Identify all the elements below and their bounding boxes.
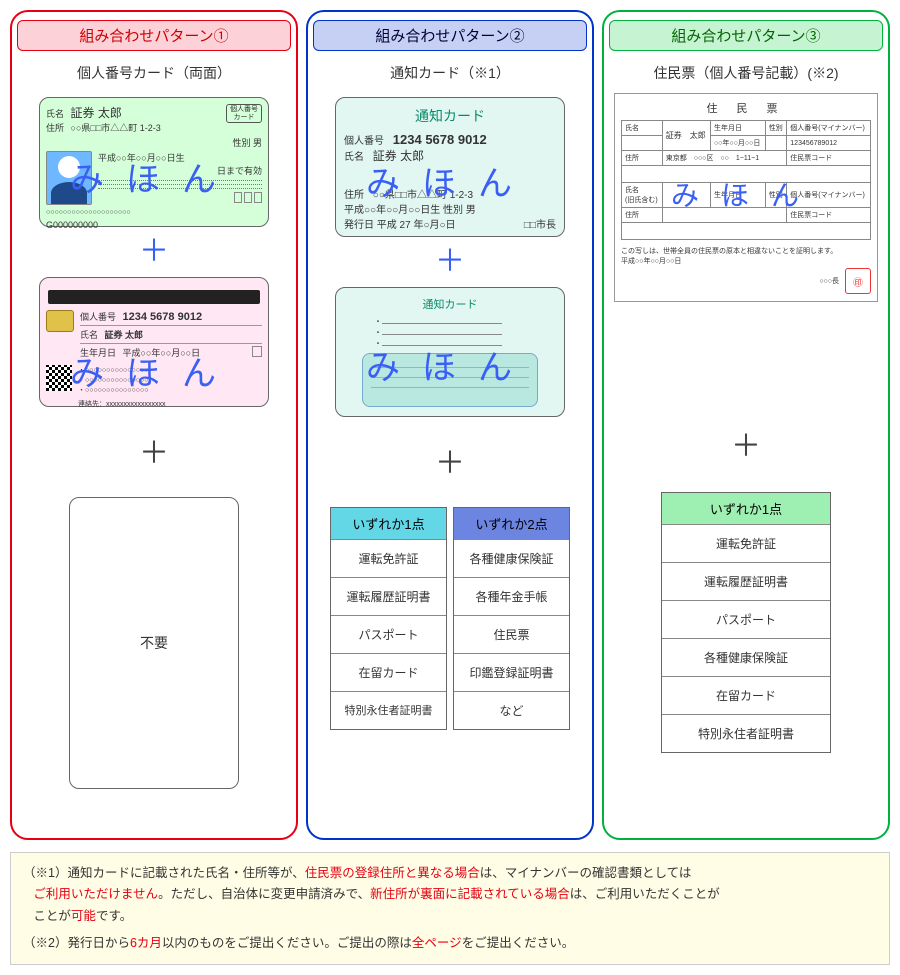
doc-item: 運転免許証 <box>662 524 830 562</box>
panel-title: 組み合わせパターン① <box>17 20 291 51</box>
docbox-any1: いずれか1点 運転免許証 運転履歴証明書 パスポート 在留カード 特別永住者証明… <box>330 507 447 730</box>
panel-title: 組み合わせパターン③ <box>609 20 883 51</box>
cert: この写しは、世帯全員の住民票の原本と相違ないことを証明します。 <box>621 246 871 256</box>
doc-item: 特別永住者証明書 <box>662 714 830 752</box>
label: 氏名 <box>46 109 64 119</box>
dob: 平成○○年○○月○○日生 <box>98 151 262 164</box>
value: 1234 5678 9012 <box>123 311 203 323</box>
label: 生年月日 <box>80 348 116 358</box>
docbox-head: いずれか2点 <box>454 508 569 539</box>
valid: 日まで有効 <box>98 164 262 177</box>
plus-icon: ＋ <box>731 432 761 462</box>
label: 住所 <box>46 123 64 133</box>
pattern-3-panel: 組み合わせパターン③ 住民票（個人番号記載）(※2) 住 民 票 氏名証券 太郎… <box>602 10 890 840</box>
not-required-box: 不要 <box>69 497 239 789</box>
doc-item: 各種年金手帳 <box>454 577 569 615</box>
footnotes: （※1）通知カードに記載された氏名・住所等が、住民票の登録住所と異なる場合は、マ… <box>10 852 890 965</box>
sex: 性別 男 <box>46 136 262 149</box>
doc-item: パスポート <box>331 615 446 653</box>
juminhyo-table: 氏名証券 太郎生年月日性別個人番号(マイナンバー) ○○年○○月○○日12345… <box>621 120 871 240</box>
docbox-head: いずれか1点 <box>331 508 446 539</box>
doc-item: パスポート <box>662 600 830 638</box>
label: 個人番号 <box>80 312 116 322</box>
doc-item: 各種健康保険証 <box>662 638 830 676</box>
label: 個人番号 <box>344 136 384 147</box>
doc-item: 運転履歴証明書 <box>662 562 830 600</box>
seal-icon: ㊞ <box>845 268 871 294</box>
chip-icon <box>46 310 74 332</box>
tsuchi-card-back: 通知カード ・・・ みほん <box>335 287 565 417</box>
docbox-head: いずれか1点 <box>662 493 830 524</box>
value: 証券 太郎 <box>373 149 424 163</box>
value: 平成○○年○○月○○日 <box>123 348 201 358</box>
doc-item: など <box>454 691 569 729</box>
pattern-2-panel: 組み合わせパターン② 通知カード（※1） 通知カード 個人番号 1234 567… <box>306 10 594 840</box>
issuer: ○○○長 <box>819 276 839 286</box>
photo-icon <box>46 151 92 205</box>
magstripe-icon <box>48 290 260 304</box>
mynumber-card-back: 個人番号 1234 5678 9012 氏名 証券 太郎 生年月日 平成○○年○… <box>39 277 269 407</box>
value: ○○県□□市△△町 1-2-3 <box>373 190 473 201</box>
juminhyo-sample: 住 民 票 氏名証券 太郎生年月日性別個人番号(マイナンバー) ○○年○○月○○… <box>614 93 878 302</box>
mayor: □□市長 <box>524 216 556 231</box>
pattern-columns: 組み合わせパターン① 個人番号カード（両面） 氏名 証券 太郎 住所 ○○県□□… <box>10 10 890 840</box>
card-badge: 個人番号 カード <box>226 104 262 123</box>
doc-item: 在留カード <box>662 676 830 714</box>
label: 氏名 <box>80 330 98 340</box>
date: 平成○○年○○月○○日 <box>621 256 871 266</box>
title: 住 民 票 <box>621 100 871 116</box>
mynumber-card-front: 氏名 証券 太郎 住所 ○○県□□市△△町 1-2-3 個人番号 カード 性別 … <box>39 97 269 227</box>
card-title: 通知カード <box>344 296 556 312</box>
value: ○○県□□市△△町 1-2-3 <box>71 123 161 133</box>
note-2: （※2）発行日から6カ月以内のものをご提出ください。ご提出の際は全ページをご提出… <box>23 933 877 954</box>
plus-icon: ＋ <box>435 247 465 277</box>
plus-icon: ＋ <box>139 237 169 267</box>
note-1: （※1）通知カードに記載された氏名・住所等が、住民票の登録住所と異なる場合は、マ… <box>23 863 877 927</box>
dob: 平成○○年○○月○○日生 性別 男 <box>344 201 556 216</box>
doc-item: 運転免許証 <box>331 539 446 577</box>
panel-subtitle: 個人番号カード（両面） <box>77 63 231 83</box>
label: 氏名 <box>344 152 364 163</box>
issue: 発行日 平成 27 年○月○日 <box>344 216 456 231</box>
serial: G000000000 <box>46 220 262 230</box>
value: 証券 太郎 <box>105 330 144 340</box>
doc-item: 各種健康保険証 <box>454 539 569 577</box>
contact: 連絡先：xxxxxxxxxxxxxxxxx <box>78 399 262 409</box>
card-title: 通知カード <box>344 106 556 126</box>
pattern-1-panel: 組み合わせパターン① 個人番号カード（両面） 氏名 証券 太郎 住所 ○○県□□… <box>10 10 298 840</box>
panel-title: 組み合わせパターン② <box>313 20 587 51</box>
tsuchi-card-front: 通知カード 個人番号 1234 5678 9012 氏名 証券 太郎 住所 ○○… <box>335 97 565 237</box>
doc-item: 住民票 <box>454 615 569 653</box>
panel-subtitle: 通知カード（※1） <box>390 63 510 83</box>
plus-icon: ＋ <box>435 449 465 479</box>
doc-item: 印鑑登録証明書 <box>454 653 569 691</box>
docbox-any2: いずれか2点 各種健康保険証 各種年金手帳 住民票 印鑑登録証明書 など <box>453 507 570 730</box>
doc-item: 特別永住者証明書 <box>331 691 446 728</box>
qr-icon <box>46 365 72 391</box>
docbox-any1-green: いずれか1点 運転免許証 運転履歴証明書 パスポート 各種健康保険証 在留カード… <box>661 492 831 753</box>
panel-subtitle: 住民票（個人番号記載）(※2) <box>653 63 838 83</box>
label: 住所 <box>344 190 364 201</box>
plus-icon: ＋ <box>139 439 169 469</box>
docbox-group: いずれか1点 運転免許証 運転履歴証明書 パスポート 在留カード 特別永住者証明… <box>330 507 570 730</box>
doc-item: 在留カード <box>331 653 446 691</box>
value: 証券 太郎 <box>71 106 122 120</box>
doc-item: 運転履歴証明書 <box>331 577 446 615</box>
value: 1234 5678 9012 <box>393 132 487 147</box>
